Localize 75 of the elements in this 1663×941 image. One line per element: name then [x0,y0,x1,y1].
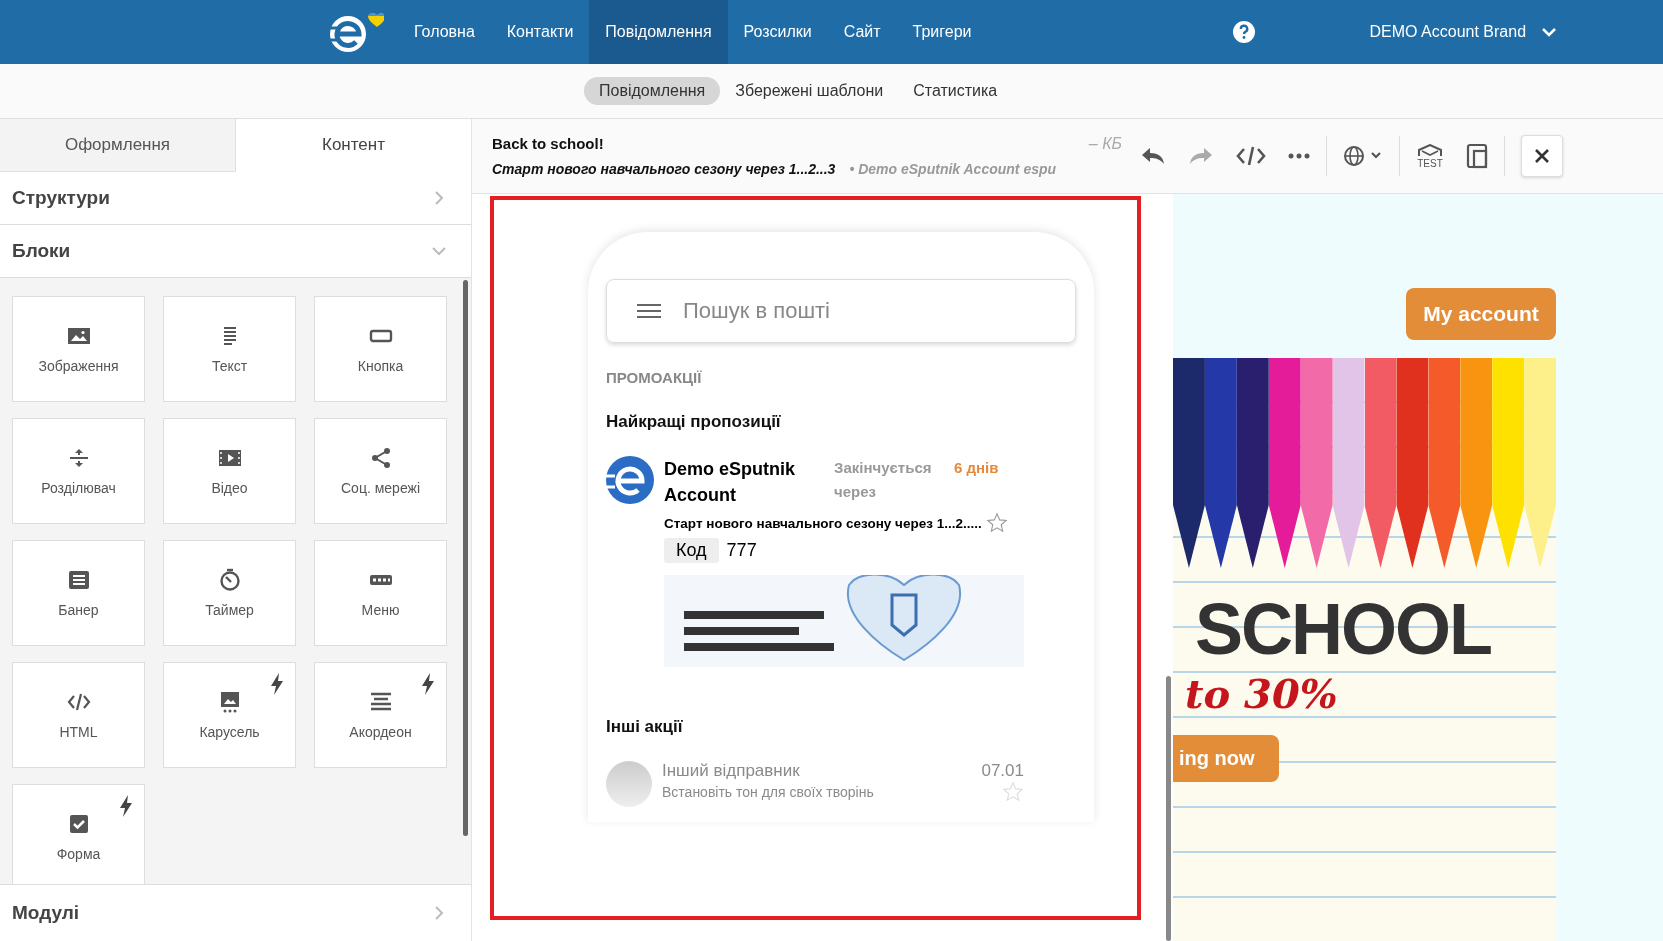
section-title: Блоки [12,240,71,262]
message-size: – КБ [1088,135,1122,153]
block-tile[interactable]: HTML [12,662,145,768]
email-snippet: Встановіть тон для своїх творінь [662,784,874,800]
block-label: Зображення [38,358,119,374]
section-title: Інші акції [606,717,684,737]
block-tile[interactable]: Акордеон [314,662,447,768]
block-tile[interactable]: Меню [314,540,447,646]
message-subject: Back to school! [492,135,604,152]
message-preheader: Старт нового навчального сезону через 1...2...3 [492,161,836,177]
banner-offer: to 30% [1184,670,1338,717]
star-icon[interactable] [985,512,1008,534]
block-label: Відео [211,480,248,496]
sender-name: Demo eSputnik Account [664,458,797,507]
envelope-icon [1416,143,1444,158]
nav-item[interactable]: Головна [398,0,491,64]
section-title: Структури [12,187,110,209]
block-label: Форма [56,846,101,862]
banner-icon [66,568,91,592]
test-button[interactable]: TEST [1410,137,1450,175]
category-label: ПРОМОАКЦІЇ [606,369,703,386]
timer-icon [217,568,242,592]
block-tile[interactable]: Розділювач [12,418,145,524]
block-tile[interactable]: Таймер [163,540,296,646]
help-icon[interactable] [1231,20,1256,44]
block-tile[interactable]: Форма [12,784,145,884]
block-tile[interactable]: Зображення [12,296,145,402]
expiry-value: 6 днів [954,458,999,478]
nav-item[interactable]: Повідомлення [589,0,728,64]
sender-logo-icon [606,456,654,504]
search-placeholder: Пошук в пошті [683,298,830,324]
section-title: Модулі [12,902,80,924]
expiry-label: Закінчується через [834,458,933,502]
subnav-tab[interactable]: Збережені шаблони [720,77,899,105]
scrollbar[interactable] [463,280,468,836]
block-label: Розділювач [41,480,116,496]
nav-item[interactable]: Контакти [490,0,590,64]
search-field[interactable]: Пошук в пошті [606,279,1076,343]
block-tile[interactable]: Карусель [163,662,296,768]
nav-item[interactable]: Сайт [827,0,897,64]
block-tile[interactable]: Соц. мережі [314,418,447,524]
block-label: HTML [59,724,98,740]
chevron-down-icon [1542,27,1557,37]
subnav-tab[interactable]: Статистика [898,77,1013,105]
email-date: 07.01 [981,761,1024,781]
avatar [606,761,652,807]
nav-item[interactable]: Тригери [896,0,988,64]
block-tile[interactable]: Текст [163,296,296,402]
block-tile[interactable]: Банер [12,540,145,646]
close-button[interactable] [1521,135,1563,177]
code-label: Код [664,538,719,563]
block-label: Акордеон [349,724,412,740]
subnav-tab[interactable]: Повідомлення [584,77,721,105]
nav-item[interactable]: Розсилки [727,0,828,64]
logo-icon[interactable] [328,10,384,54]
banner-headline: SCHOOL [1194,588,1491,670]
section-title: Найкращі пропозиції [606,412,782,432]
code-value: 777 [726,540,757,561]
block-tile[interactable]: Відео [163,418,296,524]
block-label: Соц. мережі [341,480,420,496]
scrollbar[interactable] [1166,676,1171,941]
block-label: Текст [211,358,248,374]
block-label: Кнопка [357,358,404,374]
block-label: Карусель [199,724,260,740]
account-menu[interactable]: DEMO Account Brand [1365,19,1561,45]
sender-name: Інший відправник [662,761,800,781]
panel-tab[interactable]: Оформлення [0,119,236,172]
block-tile[interactable]: Кнопка [314,296,447,402]
message-sender: • Demo eSputnik Account espu [849,161,1057,177]
email-snippet: Старт нового навчального сезону через 1...2..... [664,515,982,531]
block-label: Меню [361,602,400,618]
block-label: Банер [58,602,99,618]
menu-icon[interactable] [637,302,661,320]
close-icon [1534,148,1550,164]
block-label: Таймер [205,602,254,618]
